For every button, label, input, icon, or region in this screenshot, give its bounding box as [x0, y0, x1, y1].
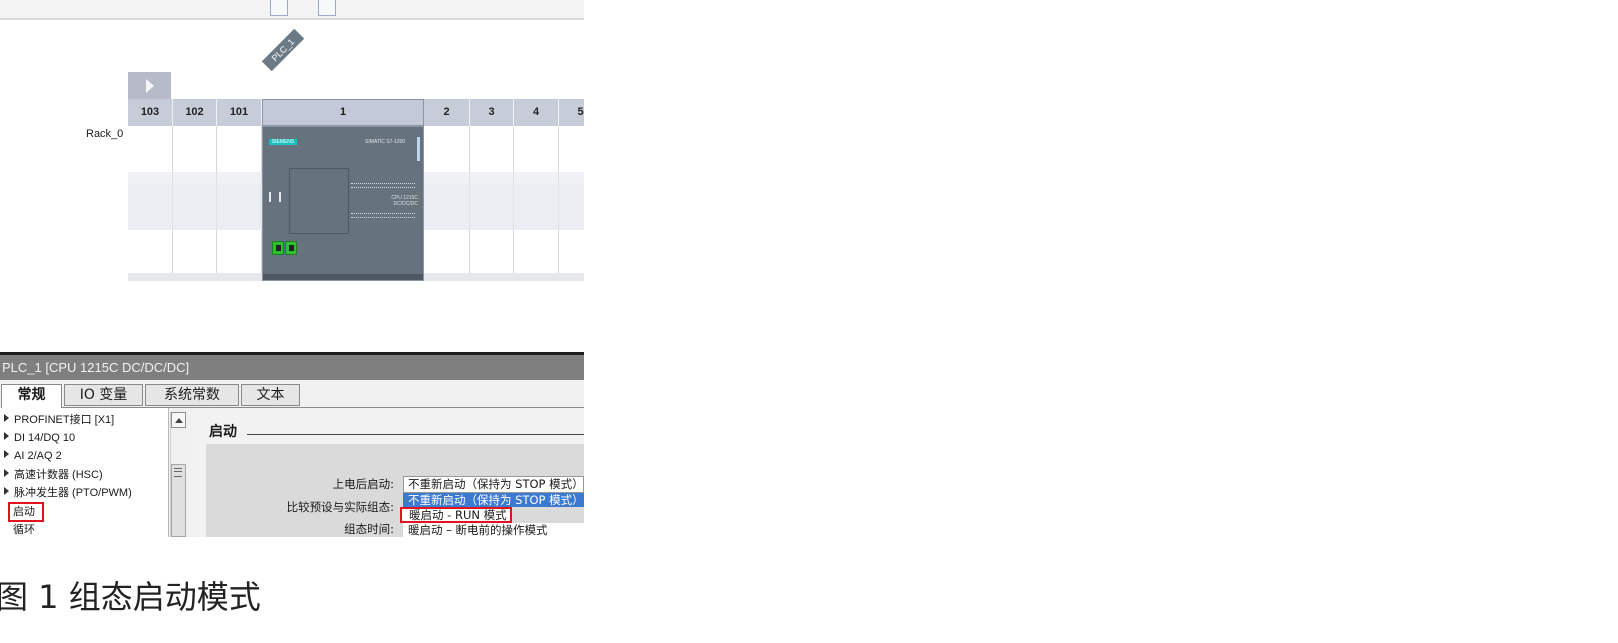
siemens-logo: SIEMENS — [269, 139, 297, 145]
device-view: PLC_1 103 102 101 1 2 3 4 5 Rack_0 SIEME… — [0, 0, 584, 290]
dropdown-option-warm-restart-previous[interactable]: 暖启动 – 断电前的操作模式 — [403, 523, 584, 537]
section-title: 启动 — [209, 424, 237, 440]
scroll-up-icon[interactable] — [171, 412, 186, 428]
config-time-label: 组态时间: — [344, 522, 394, 536]
status-rail — [417, 137, 420, 161]
figure-caption: 图 1 组态启动模式 — [0, 578, 261, 616]
led-icon — [269, 192, 281, 202]
ethernet-port-icon[interactable] — [285, 241, 297, 255]
toolbar-strip — [0, 0, 584, 20]
plc-name-tag[interactable]: PLC_1 — [261, 28, 305, 72]
slot-header-5[interactable]: 5 — [559, 99, 584, 126]
slot-header-2[interactable]: 2 — [424, 99, 470, 126]
tree-item-ai-aq[interactable]: AI 2/AQ 2 — [0, 447, 62, 465]
tree-item-label: DI 14/DQ 10 — [14, 432, 76, 444]
dropdown-option-warm-restart-run[interactable]: 暖启动 - RUN 模式 — [400, 507, 512, 523]
cpu-module[interactable]: SIEMENS SIMATIC S7-1200 CPU 1215C DC/DC/… — [262, 126, 424, 281]
rack-label: Rack_0 — [86, 128, 124, 140]
expand-arrow-icon[interactable] — [4, 469, 9, 477]
tree-item-label: PROFINET接口 [X1] — [14, 414, 115, 426]
slot-header-101[interactable]: 101 — [217, 99, 262, 126]
cpu-base — [263, 274, 423, 280]
compare-config-label: 比较预设与实际组态: — [286, 500, 394, 514]
properties-panel: PLC_1 [CPU 1215C DC/DC/DC] 常规 IO 变量 系统常数… — [0, 352, 584, 537]
expand-arrow-icon[interactable] — [4, 432, 9, 440]
expand-arrow-icon[interactable] — [4, 487, 9, 495]
slot-header-3[interactable]: 3 — [470, 99, 514, 126]
slot-header-102[interactable]: 102 — [173, 99, 217, 126]
slot-header-103[interactable]: 103 — [128, 99, 173, 126]
tree-item-startup[interactable]: 启动 — [8, 502, 44, 522]
tab-io-tags[interactable]: IO 变量 — [64, 384, 143, 406]
tree-item-profinet[interactable]: PROFINET接口 [X1] — [0, 411, 114, 429]
grip-icon — [174, 468, 182, 477]
startup-after-power-label: 上电后启动: — [332, 477, 394, 491]
io-terminals — [351, 217, 415, 221]
cpu-front-panel — [289, 168, 349, 234]
rack-expand-button[interactable] — [128, 72, 171, 99]
tree-item-label: 高速计数器 (HSC) — [14, 469, 103, 481]
cpu-type-label: CPU 1215C DC/DC/DC — [391, 195, 418, 207]
tree-item-label: 脉冲发生器 (PTO/PWM) — [14, 487, 132, 499]
ethernet-port-icon[interactable] — [272, 241, 284, 255]
tree-item-di-dq[interactable]: DI 14/DQ 10 — [0, 429, 75, 447]
cpu-model-text: SIMATIC S7-1200 — [365, 139, 406, 145]
expand-arrow-icon[interactable] — [4, 450, 9, 458]
slot-header-1[interactable]: 1 — [262, 99, 424, 126]
startup-section: 启动 上电后启动: 比较预设与实际组态: 组态时间: 不重新启动（保持为 STO… — [193, 408, 584, 537]
tree-scrollbar[interactable] — [170, 412, 187, 537]
navigation-tree: PROFINET接口 [X1] DI 14/DQ 10 AI 2/AQ 2 高速… — [0, 408, 169, 537]
tree-item-cycle[interactable]: 循环 — [13, 522, 35, 537]
startup-mode-dropdown[interactable]: 不重新启动（保持为 STOP 模式） — [403, 476, 584, 493]
tree-item-label: AI 2/AQ 2 — [14, 450, 62, 462]
tab-system-constants[interactable]: 系统常数 — [145, 384, 239, 406]
tree-item-hsc[interactable]: 高速计数器 (HSC) — [0, 466, 103, 484]
slot-header-4[interactable]: 4 — [514, 99, 559, 126]
dropdown-option-no-restart[interactable]: 不重新启动（保持为 STOP 模式） — [403, 493, 584, 507]
tab-texts[interactable]: 文本 — [241, 384, 300, 406]
toolbar-button[interactable] — [270, 0, 288, 16]
section-divider — [247, 434, 584, 435]
expand-arrow-icon[interactable] — [4, 414, 9, 422]
expand-arrow-icon — [146, 79, 154, 93]
io-terminals — [351, 187, 415, 191]
properties-title: PLC_1 [CPU 1215C DC/DC/DC] — [0, 355, 584, 380]
tab-general[interactable]: 常规 — [1, 384, 62, 408]
toolbar-button[interactable] — [318, 0, 336, 16]
tree-item-pto-pwm[interactable]: 脉冲发生器 (PTO/PWM) — [0, 484, 132, 502]
